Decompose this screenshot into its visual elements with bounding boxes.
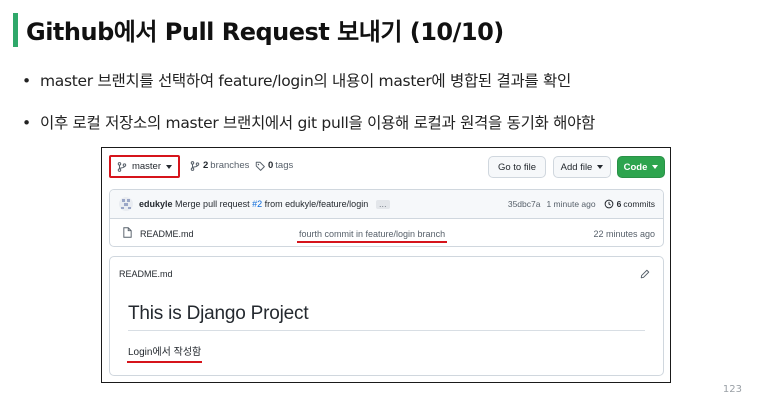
branches-link[interactable]: 2 branches bbox=[190, 160, 249, 171]
avatar-icon[interactable] bbox=[119, 197, 133, 211]
commit-sha[interactable]: 35dbc7a bbox=[508, 199, 541, 209]
bullet-item-2: • 이후 로컬 저장소의 master 브랜치에서 git pull을 이용해 로… bbox=[22, 111, 595, 133]
file-commit-message[interactable]: fourth commit in feature/login branch bbox=[297, 229, 448, 243]
github-screenshot: master 2 branches 0 tags Go to file Add … bbox=[101, 147, 671, 383]
commit-info: 35dbc7a 1 minute ago 6 commits bbox=[508, 199, 655, 209]
expand-commit-button[interactable]: … bbox=[375, 200, 390, 209]
add-file-button[interactable]: Add file bbox=[553, 156, 611, 178]
commit-message-text-2[interactable]: from edukyle/feature/login bbox=[265, 199, 369, 209]
chevron-down-icon bbox=[597, 165, 604, 169]
pr-link[interactable]: #2 bbox=[252, 199, 262, 209]
chevron-down-icon bbox=[652, 165, 659, 169]
branch-name: master bbox=[131, 161, 161, 172]
readme-header[interactable]: README.md bbox=[119, 269, 173, 279]
commit-message: edukyle Merge pull request #2 from eduky… bbox=[139, 199, 390, 209]
branch-select-button[interactable]: master bbox=[109, 155, 180, 178]
readme-box: README.md This is Django Project Login에서… bbox=[109, 256, 664, 376]
bullet-symbol: • bbox=[22, 72, 31, 90]
file-time: 22 minutes ago bbox=[593, 229, 655, 239]
pencil-icon[interactable] bbox=[640, 269, 650, 279]
add-file-label: Add file bbox=[560, 161, 593, 173]
commits-count: 6 bbox=[616, 199, 622, 209]
readme-text: Login에서 작성함 bbox=[127, 343, 203, 363]
branches-label: branches bbox=[210, 160, 250, 171]
title-accent-bar bbox=[13, 13, 18, 47]
readme-text-content: Login에서 작성함 bbox=[128, 347, 202, 358]
file-icon bbox=[123, 227, 132, 238]
go-to-file-label: Go to file bbox=[497, 161, 537, 173]
divider bbox=[128, 330, 645, 331]
commit-time: 1 minute ago bbox=[546, 199, 596, 209]
tags-link[interactable]: 0 tags bbox=[255, 160, 293, 171]
branch-icon bbox=[190, 160, 200, 171]
readme-heading: This is Django Project bbox=[128, 303, 309, 324]
chevron-down-icon bbox=[166, 164, 172, 169]
file-row: README.md fourth commit in feature/login… bbox=[110, 219, 663, 246]
bullet-symbol: • bbox=[22, 114, 31, 132]
slide-title: Github에서 Pull Request 보내기 (10/10) bbox=[26, 18, 504, 46]
file-commit-text: fourth commit in feature/login branch bbox=[299, 229, 446, 239]
code-button[interactable]: Code bbox=[617, 156, 665, 178]
highlight-underline bbox=[297, 241, 448, 243]
tags-count: 0 bbox=[268, 160, 274, 171]
history-icon bbox=[604, 199, 613, 209]
code-label: Code bbox=[623, 161, 648, 173]
branch-icon bbox=[117, 161, 127, 172]
file-list-box: edukyle Merge pull request #2 from eduky… bbox=[109, 189, 664, 247]
bullet-text-1: master 브랜치를 선택하여 feature/login의 내용이 mast… bbox=[40, 72, 571, 90]
branches-count: 2 bbox=[203, 160, 209, 171]
bullet-text-2: 이후 로컬 저장소의 master 브랜치에서 git pull을 이용해 로컬… bbox=[40, 114, 595, 132]
commits-link[interactable]: 6 commits bbox=[604, 199, 655, 209]
commit-author[interactable]: edukyle bbox=[139, 199, 173, 209]
file-name[interactable]: README.md bbox=[140, 229, 194, 239]
go-to-file-button[interactable]: Go to file bbox=[488, 156, 546, 178]
tags-label: tags bbox=[275, 160, 294, 171]
highlight-underline bbox=[127, 361, 203, 363]
commit-message-text[interactable]: Merge pull request bbox=[175, 199, 250, 209]
latest-commit-row: edukyle Merge pull request #2 from eduky… bbox=[110, 190, 663, 219]
page-number: 123 bbox=[722, 384, 742, 395]
tag-icon bbox=[255, 161, 265, 171]
commits-label: commits bbox=[623, 199, 655, 209]
bullet-item-1: • master 브랜치를 선택하여 feature/login의 내용이 mas… bbox=[22, 69, 571, 91]
